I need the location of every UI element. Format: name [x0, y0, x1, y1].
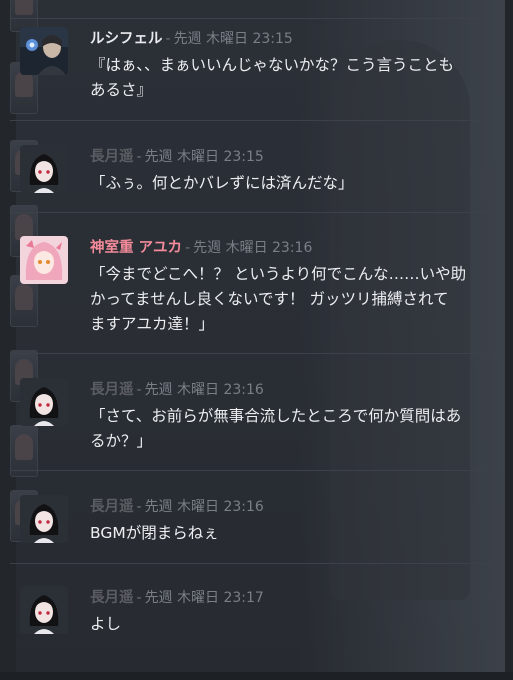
- nagatsuki-avatar-icon[interactable]: [20, 586, 68, 634]
- message-body: 『はぁ、、まぁいいんじゃないかな？こう言うことも あるさ』: [90, 53, 500, 103]
- message-line: 『はぁ、、まぁいいんじゃないかな？こう言うことも: [90, 56, 454, 74]
- lucifer-avatar-icon[interactable]: [20, 27, 68, 75]
- message-body: 「今までどこへ！？ というより何でこんな……いや助 かってませんし良くないです！…: [90, 262, 500, 337]
- author-name[interactable]: 長月遥: [90, 382, 134, 398]
- message-body: BGMが閉まらねぇ: [90, 521, 500, 546]
- message-timestamp: 先週 木曜日 23:16: [144, 499, 264, 515]
- message-divider: [10, 18, 493, 19]
- bottom-edge: [0, 672, 513, 680]
- chat-log-window: ルシフェル - 先週 木曜日 23:15 『はぁ、、まぁいいんじゃないかな？こう言う…: [0, 0, 513, 680]
- message-line: るか？」: [90, 432, 153, 450]
- header-separator: -: [136, 149, 142, 165]
- author-name[interactable]: 神室重 アユカ: [90, 240, 182, 256]
- message-divider: [10, 563, 493, 564]
- message-body: 「さて、お前らが無事合流したところで何か質問はあ るか？」: [90, 404, 500, 454]
- message-divider: [10, 470, 493, 471]
- message-line: ますアユカ達！」: [90, 315, 215, 333]
- message-line: 「ふぅ。何とかバレずには済んだな」: [90, 174, 354, 192]
- ayuka-avatar-icon[interactable]: [20, 236, 68, 284]
- message-timestamp: 先週 木曜日 23:17: [144, 590, 264, 606]
- message-timestamp: 先週 木曜日 23:16: [193, 240, 313, 256]
- scrollbar[interactable]: [505, 0, 513, 680]
- message-line: あるさ』: [90, 81, 153, 99]
- author-name[interactable]: ルシフェル: [90, 31, 163, 47]
- message-line: よし: [90, 615, 122, 633]
- author-name[interactable]: 長月遥: [90, 499, 134, 515]
- author-name[interactable]: 長月遥: [90, 149, 134, 165]
- message-body: 「ふぅ。何とかバレずには済んだな」: [90, 171, 500, 196]
- header-separator: -: [136, 499, 142, 515]
- header-separator: -: [185, 240, 191, 256]
- header-separator: -: [165, 31, 171, 47]
- message-divider: [10, 212, 493, 213]
- message-divider: [10, 353, 493, 354]
- message-line: BGMが閉まらねぇ: [90, 524, 219, 542]
- header-separator: -: [136, 590, 142, 606]
- message-line: 「今までどこへ！？ というより何でこんな……いや助: [90, 265, 467, 283]
- message-timestamp: 先週 木曜日 23:15: [173, 31, 293, 47]
- header-separator: -: [136, 382, 142, 398]
- nagatsuki-avatar-icon[interactable]: [20, 378, 68, 426]
- message-timestamp: 先週 木曜日 23:15: [144, 149, 264, 165]
- author-name[interactable]: 長月遥: [90, 590, 134, 606]
- message-line: かってませんし良くないです！ ガッツリ捕縛されて: [90, 290, 449, 308]
- nagatsuki-avatar-icon[interactable]: [20, 145, 68, 193]
- message-body: よし: [90, 612, 500, 637]
- message-divider: [10, 120, 493, 121]
- message-line: 「さて、お前らが無事合流したところで何か質問はあ: [90, 407, 462, 425]
- nagatsuki-avatar-icon[interactable]: [20, 495, 68, 543]
- message-timestamp: 先週 木曜日 23:16: [144, 382, 264, 398]
- side-thumbnail-strip: [0, 0, 38, 680]
